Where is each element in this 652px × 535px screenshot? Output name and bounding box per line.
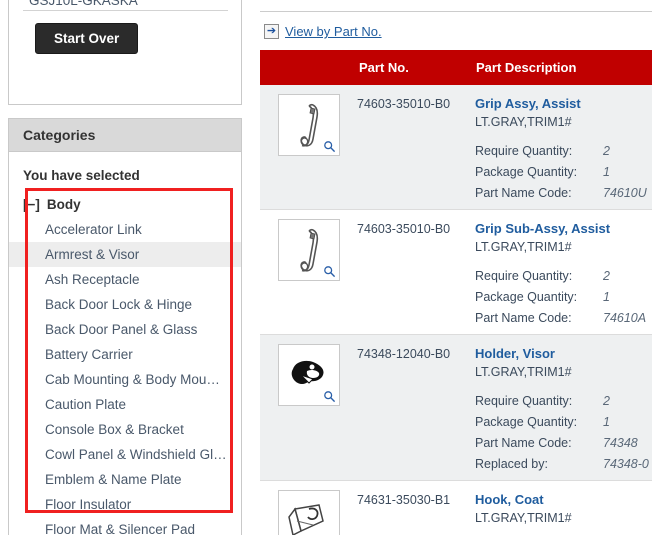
part-detail-value: 74348-0 — [603, 457, 649, 471]
part-number: 74603-35010-B0 — [357, 222, 451, 236]
part-description-link[interactable]: Holder, Visor — [475, 346, 555, 361]
part-row[interactable]: 74603-35010-B0 Grip Assy, Assist LT.GRAY,T… — [260, 85, 652, 210]
part-detail-value: 2 — [603, 269, 610, 283]
category-root-body[interactable]: [−] Body — [9, 192, 241, 217]
results-table-header: Part No. Part Description — [260, 50, 652, 85]
categories-header: Categories — [9, 119, 241, 152]
part-thumbnail[interactable] — [278, 490, 340, 535]
part-detail-label: Part Name Code: — [475, 311, 572, 325]
magnifier-icon — [324, 141, 336, 153]
part-description-link[interactable]: Hook, Coat — [475, 492, 544, 507]
part-thumbnail[interactable] — [278, 94, 340, 156]
content-divider — [260, 11, 652, 12]
collapse-toggle-icon[interactable]: [−] — [23, 197, 40, 212]
part-trim-text: LT.GRAY,TRIM1# — [475, 511, 572, 525]
start-over-button[interactable]: Start Over — [35, 23, 139, 54]
part-detail-value: 74348 — [603, 436, 638, 450]
categories-body: You have selected [−] Body Accelerator L… — [9, 152, 241, 535]
part-row[interactable]: 74348-12040-B0 Holder, Visor LT.GRAY,TRIM1… — [260, 335, 652, 481]
part-detail-label: Package Quantity: — [475, 165, 578, 179]
view-by-part-no-link[interactable]: View by Part No. — [285, 24, 382, 39]
vehicle-description: Automatic Transmission; GSJ10L-GKASKA — [29, 0, 138, 8]
categories-panel: Categories You have selected [−] Body Ac… — [8, 118, 242, 535]
part-number: 74603-35010-B0 — [357, 97, 451, 111]
part-detail-label: Require Quantity: — [475, 269, 573, 283]
part-detail-label: Package Quantity: — [475, 415, 578, 429]
you-have-selected-label: You have selected — [23, 168, 140, 183]
category-item[interactable]: Cowl Panel & Windshield Gl… — [9, 442, 241, 467]
view-by-part-no[interactable]: ➔ View by Part No. — [264, 24, 382, 39]
column-header-part-description: Part Description — [476, 60, 577, 75]
arrow-right-icon: ➔ — [264, 24, 279, 39]
category-item[interactable]: Accelerator Link — [9, 217, 241, 242]
part-trim-text: LT.GRAY,TRIM1# — [475, 365, 572, 379]
magnifier-icon — [324, 266, 336, 278]
category-item[interactable]: Back Door Lock & Hinge — [9, 292, 241, 317]
category-item[interactable]: Caution Plate — [9, 392, 241, 417]
part-trim-text: LT.GRAY,TRIM1# — [475, 240, 572, 254]
part-detail-label: Part Name Code: — [475, 436, 572, 450]
left-sidebar: Automatic Transmission; GSJ10L-GKASKA St… — [8, 0, 242, 535]
part-detail-value: 74610U — [603, 186, 647, 200]
part-detail-value: 74610A — [603, 311, 647, 325]
part-detail-label: Part Name Code: — [475, 186, 572, 200]
part-detail-label: Replaced by: — [475, 457, 548, 471]
part-description-link[interactable]: Grip Assy, Assist — [475, 96, 581, 111]
part-number: 74348-12040-B0 — [357, 347, 451, 361]
category-list: Accelerator Link Armrest & Visor Ash Recep… — [9, 217, 241, 535]
category-item[interactable]: Emblem & Name Plate — [9, 467, 241, 492]
part-number: 74631-35030-B1 — [357, 493, 451, 507]
part-trim-text: LT.GRAY,TRIM1# — [475, 115, 572, 129]
category-item[interactable]: Ash Receptacle — [9, 267, 241, 292]
part-detail-value: 1 — [603, 165, 610, 179]
results-rows: 74603-35010-B0 Grip Assy, Assist LT.GRAY,T… — [260, 85, 652, 535]
part-detail-label: Require Quantity: — [475, 394, 573, 408]
part-description-link[interactable]: Grip Sub-Assy, Assist — [475, 221, 610, 236]
parts-catalog-page: Automatic Transmission; GSJ10L-GKASKA St… — [0, 0, 652, 535]
column-header-part-no: Part No. — [359, 60, 409, 75]
category-item[interactable]: Console Box & Bracket — [9, 417, 241, 442]
part-row[interactable]: 74631-35030-B1 Hook, Coat LT.GRAY,TRIM1# — [260, 481, 652, 535]
category-item[interactable]: Floor Insulator — [9, 492, 241, 517]
category-item[interactable]: Floor Mat & Silencer Pad — [9, 517, 241, 535]
part-detail-value: 2 — [603, 394, 610, 408]
part-detail-value: 1 — [603, 415, 610, 429]
part-thumbnail[interactable] — [278, 219, 340, 281]
results-panel: ➔ View by Part No. Part No. Part Descrip… — [260, 0, 652, 535]
category-item[interactable]: Armrest & Visor — [9, 242, 241, 267]
category-item[interactable]: Battery Carrier — [9, 342, 241, 367]
part-detail-value: 2 — [603, 144, 610, 158]
magnifier-icon — [324, 391, 336, 403]
part-row[interactable]: 74603-35010-B0 Grip Sub-Assy, Assist LT.GR… — [260, 210, 652, 335]
category-root-label: Body — [46, 197, 81, 212]
category-item[interactable]: Back Door Panel & Glass — [9, 317, 241, 342]
part-detail-label: Package Quantity: — [475, 290, 578, 304]
vehicle-summary-panel: Automatic Transmission; GSJ10L-GKASKA St… — [8, 0, 242, 105]
category-item[interactable]: Cab Mounting & Body Mou… — [9, 367, 241, 392]
part-detail-value: 1 — [603, 290, 610, 304]
part-detail-label: Require Quantity: — [475, 144, 573, 158]
part-thumbnail[interactable] — [278, 344, 340, 406]
